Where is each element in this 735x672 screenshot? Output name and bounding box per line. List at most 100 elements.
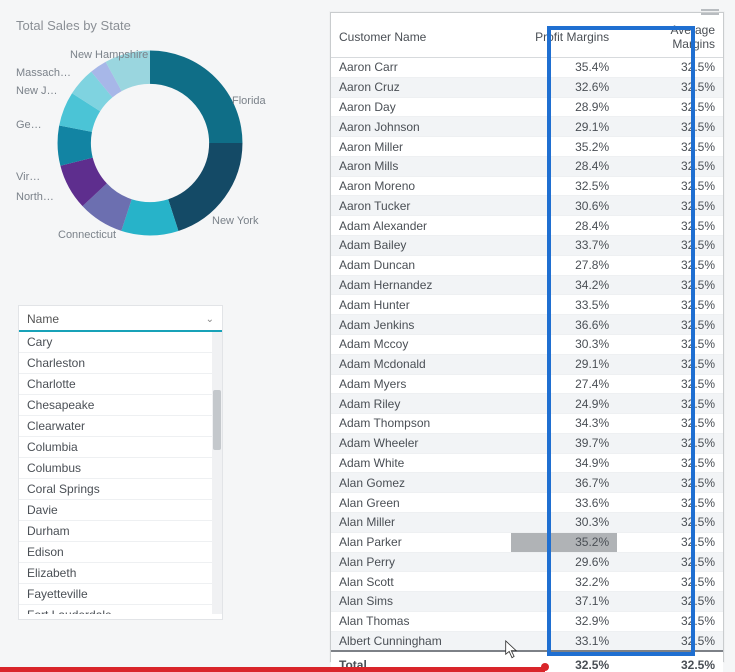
- table-row[interactable]: Adam Hunter33.5%32.5%: [331, 295, 723, 315]
- table-row[interactable]: Adam Alexander28.4%32.5%: [331, 216, 723, 236]
- average-margin-cell: 32.5%: [617, 433, 723, 453]
- profit-margin-cell: 37.1%: [511, 592, 617, 612]
- table-row[interactable]: Alan Perry29.6%32.5%: [331, 552, 723, 572]
- profit-margin-cell: 33.7%: [511, 236, 617, 256]
- table-row[interactable]: Aaron Carr35.4%32.5%: [331, 58, 723, 78]
- average-margin-cell: 32.5%: [617, 354, 723, 374]
- table-row[interactable]: Alan Green33.6%32.5%: [331, 493, 723, 513]
- profit-margin-cell: 30.6%: [511, 196, 617, 216]
- customer-name-cell: Aaron Mills: [331, 156, 511, 176]
- col-header-customer[interactable]: Customer Name: [331, 13, 511, 58]
- customer-name-cell: Adam Mccoy: [331, 334, 511, 354]
- table-row[interactable]: Adam Mcdonald29.1%32.5%: [331, 354, 723, 374]
- profit-margin-cell: 33.1%: [511, 631, 617, 651]
- slicer-item[interactable]: Fayetteville: [19, 584, 212, 605]
- donut-label-ct: Connecticut: [58, 229, 116, 241]
- profit-margin-cell: 39.7%: [511, 433, 617, 453]
- customer-name-cell: Alan Gomez: [331, 473, 511, 493]
- table-row[interactable]: Aaron Moreno32.5%32.5%: [331, 176, 723, 196]
- donut-label-fl: Florida: [232, 95, 266, 107]
- chevron-down-icon[interactable]: ⌄: [206, 314, 214, 325]
- table-row[interactable]: Aaron Cruz32.6%32.5%: [331, 77, 723, 97]
- slicer-item[interactable]: Davie: [19, 500, 212, 521]
- profit-margin-cell: 24.9%: [511, 394, 617, 414]
- profit-margin-cell: 33.5%: [511, 295, 617, 315]
- donut-chart[interactable]: New Hampshire Massach… New J… Ge… Vir… N…: [10, 43, 290, 253]
- table-row[interactable]: Adam Bailey33.7%32.5%: [331, 236, 723, 256]
- table-row[interactable]: Aaron Miller35.2%32.5%: [331, 137, 723, 157]
- table-row[interactable]: Adam Mccoy30.3%32.5%: [331, 334, 723, 354]
- slicer-scroll-thumb[interactable]: [213, 390, 221, 450]
- table-row[interactable]: Aaron Mills28.4%32.5%: [331, 156, 723, 176]
- table-row[interactable]: Adam Jenkins36.6%32.5%: [331, 315, 723, 335]
- donut-label-north: North…: [16, 191, 54, 203]
- table-row[interactable]: Alan Sims37.1%32.5%: [331, 592, 723, 612]
- average-margin-cell: 32.5%: [617, 315, 723, 335]
- col-header-profit-margins[interactable]: Profit Margins: [511, 13, 617, 58]
- profit-margin-cell: 28.4%: [511, 156, 617, 176]
- slicer-item[interactable]: Charlotte: [19, 374, 212, 395]
- chart-title: Total Sales by State: [16, 18, 295, 33]
- customer-name-cell: Albert Cunningham: [331, 631, 511, 651]
- donut-label-vir: Vir…: [16, 171, 40, 183]
- customer-name-cell: Adam Myers: [331, 374, 511, 394]
- customer-name-cell: Aaron Day: [331, 97, 511, 117]
- video-progress-knob[interactable]: [541, 663, 549, 671]
- table-row[interactable]: Aaron Day28.9%32.5%: [331, 97, 723, 117]
- slicer-item[interactable]: Fort Lauderdale: [19, 605, 212, 614]
- table-row[interactable]: Albert Cunningham33.1%32.5%: [331, 631, 723, 651]
- table-row[interactable]: Alan Parker35.2%32.5%: [331, 532, 723, 552]
- name-slicer[interactable]: Name ⌄ CaryCharlestonCharlotteChesapeake…: [18, 305, 223, 620]
- table-row[interactable]: Adam Myers27.4%32.5%: [331, 374, 723, 394]
- customer-name-cell: Adam Mcdonald: [331, 354, 511, 374]
- customer-name-cell: Aaron Johnson: [331, 117, 511, 137]
- slicer-item[interactable]: Coral Springs: [19, 479, 212, 500]
- profit-margin-cell: 32.5%: [511, 176, 617, 196]
- table-row[interactable]: Adam Hernandez34.2%32.5%: [331, 275, 723, 295]
- customer-name-cell: Aaron Cruz: [331, 77, 511, 97]
- slicer-item[interactable]: Charleston: [19, 353, 212, 374]
- slicer-item[interactable]: Cary: [19, 332, 212, 353]
- slicer-item[interactable]: Elizabeth: [19, 563, 212, 584]
- average-margin-cell: 32.5%: [617, 295, 723, 315]
- slicer-item[interactable]: Columbia: [19, 437, 212, 458]
- profit-margin-cell: 33.6%: [511, 493, 617, 513]
- profit-margin-cell: 29.1%: [511, 117, 617, 137]
- table-row[interactable]: Alan Miller30.3%32.5%: [331, 512, 723, 532]
- table-row[interactable]: Adam Thompson34.3%32.5%: [331, 414, 723, 434]
- profit-margin-cell: 32.2%: [511, 572, 617, 592]
- table-row[interactable]: Aaron Johnson29.1%32.5%: [331, 117, 723, 137]
- slicer-item[interactable]: Columbus: [19, 458, 212, 479]
- profit-margin-cell: 35.4%: [511, 58, 617, 78]
- video-progress-bar[interactable]: [0, 667, 545, 672]
- col-header-average-margins[interactable]: Average Margins: [617, 13, 723, 58]
- slicer-item[interactable]: Edison: [19, 542, 212, 563]
- profit-margin-cell: 35.2%: [511, 532, 617, 552]
- table-row[interactable]: Alan Gomez36.7%32.5%: [331, 473, 723, 493]
- customer-name-cell: Adam Riley: [331, 394, 511, 414]
- average-margin-cell: 32.5%: [617, 117, 723, 137]
- table-row[interactable]: Adam Riley24.9%32.5%: [331, 394, 723, 414]
- customer-name-cell: Adam Duncan: [331, 255, 511, 275]
- table-row[interactable]: Adam Duncan27.8%32.5%: [331, 255, 723, 275]
- customer-table-visual[interactable]: Customer Name Profit Margins Average Mar…: [330, 12, 724, 662]
- customer-name-cell: Adam Alexander: [331, 216, 511, 236]
- visual-options-icon[interactable]: [701, 7, 719, 17]
- slicer-scrollbar[interactable]: [212, 332, 222, 614]
- slicer-item[interactable]: Chesapeake: [19, 395, 212, 416]
- customer-name-cell: Adam Bailey: [331, 236, 511, 256]
- slicer-item[interactable]: Clearwater: [19, 416, 212, 437]
- table-row[interactable]: Adam Wheeler39.7%32.5%: [331, 433, 723, 453]
- average-margin-cell: 32.5%: [617, 453, 723, 473]
- profit-margin-cell: 34.9%: [511, 453, 617, 473]
- table-row[interactable]: Aaron Tucker30.6%32.5%: [331, 196, 723, 216]
- profit-margin-cell: 28.4%: [511, 216, 617, 236]
- table-row[interactable]: Alan Thomas32.9%32.5%: [331, 611, 723, 631]
- average-margin-cell: 32.5%: [617, 592, 723, 612]
- average-margin-cell: 32.5%: [617, 473, 723, 493]
- profit-margin-cell: 34.3%: [511, 414, 617, 434]
- customer-name-cell: Adam White: [331, 453, 511, 473]
- table-row[interactable]: Alan Scott32.2%32.5%: [331, 572, 723, 592]
- table-row[interactable]: Adam White34.9%32.5%: [331, 453, 723, 473]
- slicer-item[interactable]: Durham: [19, 521, 212, 542]
